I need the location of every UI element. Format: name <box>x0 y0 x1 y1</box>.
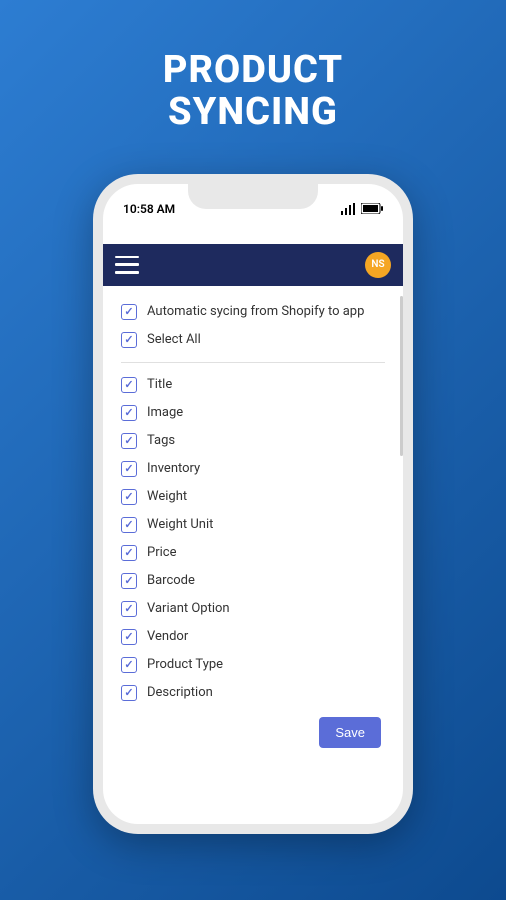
signal-icon <box>341 203 357 215</box>
hero-title: PRODUCT SYNCING <box>163 50 343 134</box>
sync-field-row[interactable]: Product Type <box>121 651 385 679</box>
sync-field-label: Description <box>147 685 213 700</box>
sync-field-row[interactable]: Variant Option <box>121 595 385 623</box>
status-icons <box>341 203 383 215</box>
sync-field-checkbox[interactable] <box>121 517 137 533</box>
sync-field-label: Weight Unit <box>147 517 213 532</box>
sync-field-row[interactable]: Price <box>121 539 385 567</box>
status-time: 10:58 AM <box>123 202 175 216</box>
battery-icon <box>361 203 383 214</box>
sync-field-row[interactable]: Weight <box>121 483 385 511</box>
sync-field-label: Barcode <box>147 573 195 588</box>
sync-field-checkbox[interactable] <box>121 489 137 505</box>
app-header: NS <box>103 244 403 286</box>
content-area: Automatic sycing from Shopify to app Sele… <box>103 286 403 824</box>
sync-field-checkbox[interactable] <box>121 461 137 477</box>
sync-field-checkbox[interactable] <box>121 601 137 617</box>
sync-field-checkbox[interactable] <box>121 573 137 589</box>
sync-field-checkbox[interactable] <box>121 545 137 561</box>
sync-field-row[interactable]: Title <box>121 371 385 399</box>
sync-field-label: Title <box>147 377 172 392</box>
sync-field-label: Variant Option <box>147 601 230 616</box>
sync-field-label: Vendor <box>147 629 188 644</box>
save-button[interactable]: Save <box>319 717 381 748</box>
sync-field-checkbox[interactable] <box>121 433 137 449</box>
sync-field-row[interactable]: Tags <box>121 427 385 455</box>
sync-field-row[interactable]: Barcode <box>121 567 385 595</box>
sync-field-checkbox[interactable] <box>121 657 137 673</box>
sync-field-label: Inventory <box>147 461 200 476</box>
sync-field-label: Price <box>147 545 176 560</box>
top-option-row[interactable]: Select All <box>121 326 385 354</box>
sync-field-row[interactable]: Weight Unit <box>121 511 385 539</box>
sync-field-row[interactable]: Image <box>121 399 385 427</box>
divider <box>121 362 385 363</box>
phone-notch <box>188 184 318 209</box>
sync-field-label: Image <box>147 405 183 420</box>
sync-field-checkbox[interactable] <box>121 377 137 393</box>
button-row: Save <box>121 717 385 748</box>
hero-line-2: SYNCING <box>163 92 343 134</box>
avatar[interactable]: NS <box>365 252 391 278</box>
sync-field-label: Product Type <box>147 657 223 672</box>
avatar-initials: NS <box>371 259 384 270</box>
top-option-checkbox[interactable] <box>121 332 137 348</box>
top-option-label: Select All <box>147 332 201 347</box>
scroll-indicator[interactable] <box>400 296 403 456</box>
top-option-label: Automatic sycing from Shopify to app <box>147 304 364 319</box>
sync-field-checkbox[interactable] <box>121 629 137 645</box>
sync-field-label: Tags <box>147 433 175 448</box>
hamburger-menu-icon[interactable] <box>115 256 139 274</box>
sync-field-row[interactable]: Description <box>121 679 385 707</box>
sync-field-row[interactable]: Vendor <box>121 623 385 651</box>
sync-field-label: Weight <box>147 489 187 504</box>
hero-line-1: PRODUCT <box>163 50 343 92</box>
sync-field-checkbox[interactable] <box>121 685 137 701</box>
phone-screen: 10:58 AM NS Automatic sycing from <box>103 184 403 824</box>
sync-field-checkbox[interactable] <box>121 405 137 421</box>
sync-field-row[interactable]: Inventory <box>121 455 385 483</box>
phone-frame: 10:58 AM NS Automatic sycing from <box>93 174 413 834</box>
top-option-row[interactable]: Automatic sycing from Shopify to app <box>121 298 385 326</box>
top-option-checkbox[interactable] <box>121 304 137 320</box>
